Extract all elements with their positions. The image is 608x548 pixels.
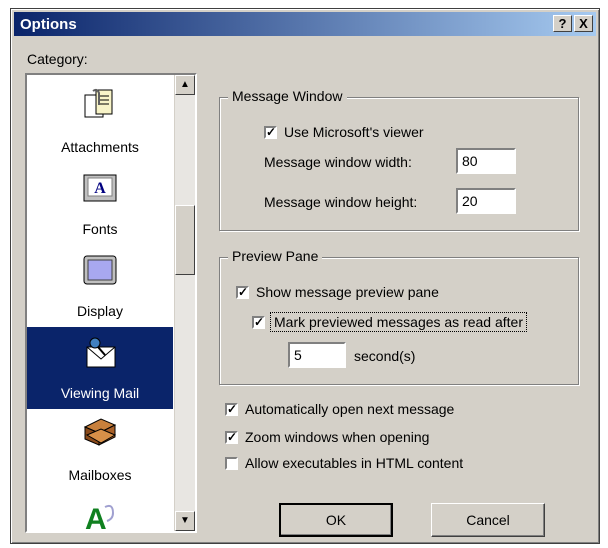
width-input[interactable]: 80 — [456, 148, 516, 174]
height-label: Message window height: — [264, 194, 418, 210]
title-bar: Options ? X — [14, 12, 596, 36]
zoom-windows-checkbox[interactable]: ✓ — [225, 430, 238, 444]
message-window-legend: Message Window — [228, 88, 347, 104]
help-button[interactable]: ? — [553, 15, 572, 32]
category-item-display[interactable]: Display — [27, 245, 173, 327]
zoom-windows-label: Zoom windows when opening — [245, 429, 430, 445]
category-label-viewing-mail: Viewing Mail — [60, 385, 140, 401]
category-item-viewing-mail[interactable]: Viewing Mail — [27, 327, 173, 409]
svg-text:A: A — [94, 180, 106, 197]
viewing-mail-icon — [86, 337, 116, 368]
show-preview-checkbox[interactable]: ✓ — [236, 285, 249, 299]
category-label-display: Display — [77, 303, 123, 319]
seconds-label: second(s) — [354, 348, 416, 364]
category-label-fonts: Fonts — [82, 221, 118, 237]
category-item-attachments[interactable]: Attachments — [27, 81, 173, 163]
preview-pane-legend: Preview Pane — [228, 248, 323, 264]
mailboxes-icon — [83, 418, 117, 446]
allow-exec-label: Allow executables in HTML content — [245, 455, 464, 471]
close-button[interactable]: X — [574, 15, 593, 32]
attachments-icon — [84, 88, 113, 118]
display-icon — [83, 255, 117, 285]
use-viewer-checkbox[interactable]: ✓ — [264, 125, 277, 139]
height-input[interactable]: 20 — [456, 188, 516, 214]
spell-check-icon: A — [85, 503, 115, 533]
category-item-mailboxes[interactable]: Mailboxes — [27, 409, 173, 491]
mark-read-checkbox[interactable]: ✓ — [252, 315, 265, 329]
use-viewer-label: Use Microsoft's viewer — [284, 124, 424, 140]
scroll-up-button[interactable]: ▲ — [175, 75, 195, 95]
svg-text:A: A — [85, 503, 107, 533]
options-dialog: Options ? X Category: Attachments A Font… — [10, 8, 600, 544]
category-scrollbar[interactable]: ▲ ▼ — [174, 75, 195, 531]
message-window-group: Message Window ✓ Use Microsoft's viewer … — [219, 88, 579, 231]
use-viewer-row[interactable]: ✓ Use Microsoft's viewer — [264, 124, 424, 140]
category-item-spelling[interactable]: A — [27, 491, 173, 533]
allow-exec-row[interactable]: Allow executables in HTML content — [225, 455, 463, 471]
category-label-mailboxes: Mailboxes — [68, 467, 132, 483]
mark-read-row[interactable]: ✓ Mark previewed messages as read after — [252, 312, 527, 332]
mark-read-label: Mark previewed messages as read after — [270, 312, 527, 332]
scroll-down-button[interactable]: ▼ — [175, 511, 195, 531]
window-title: Options — [20, 16, 77, 33]
category-label-attachments: Attachments — [61, 139, 139, 155]
show-preview-row[interactable]: ✓ Show message preview pane — [236, 284, 439, 300]
category-item-fonts[interactable]: A Fonts — [27, 163, 173, 245]
category-label: Category: — [27, 51, 88, 67]
scroll-thumb[interactable] — [175, 205, 195, 275]
category-list[interactable]: Attachments A Fonts Display Viewing Mail… — [25, 73, 197, 533]
cancel-button[interactable]: Cancel — [431, 503, 545, 537]
fonts-icon: A — [83, 174, 117, 202]
width-label: Message window width: — [264, 154, 412, 170]
auto-open-checkbox[interactable]: ✓ — [225, 402, 238, 416]
auto-open-row[interactable]: ✓ Automatically open next message — [225, 401, 454, 417]
zoom-windows-row[interactable]: ✓ Zoom windows when opening — [225, 429, 429, 445]
show-preview-label: Show message preview pane — [256, 284, 439, 300]
ok-button[interactable]: OK — [279, 503, 393, 537]
preview-pane-group: Preview Pane ✓ Show message preview pane… — [219, 248, 579, 385]
seconds-input[interactable]: 5 — [288, 342, 346, 368]
allow-exec-checkbox[interactable] — [225, 456, 238, 470]
auto-open-label: Automatically open next message — [245, 401, 455, 417]
